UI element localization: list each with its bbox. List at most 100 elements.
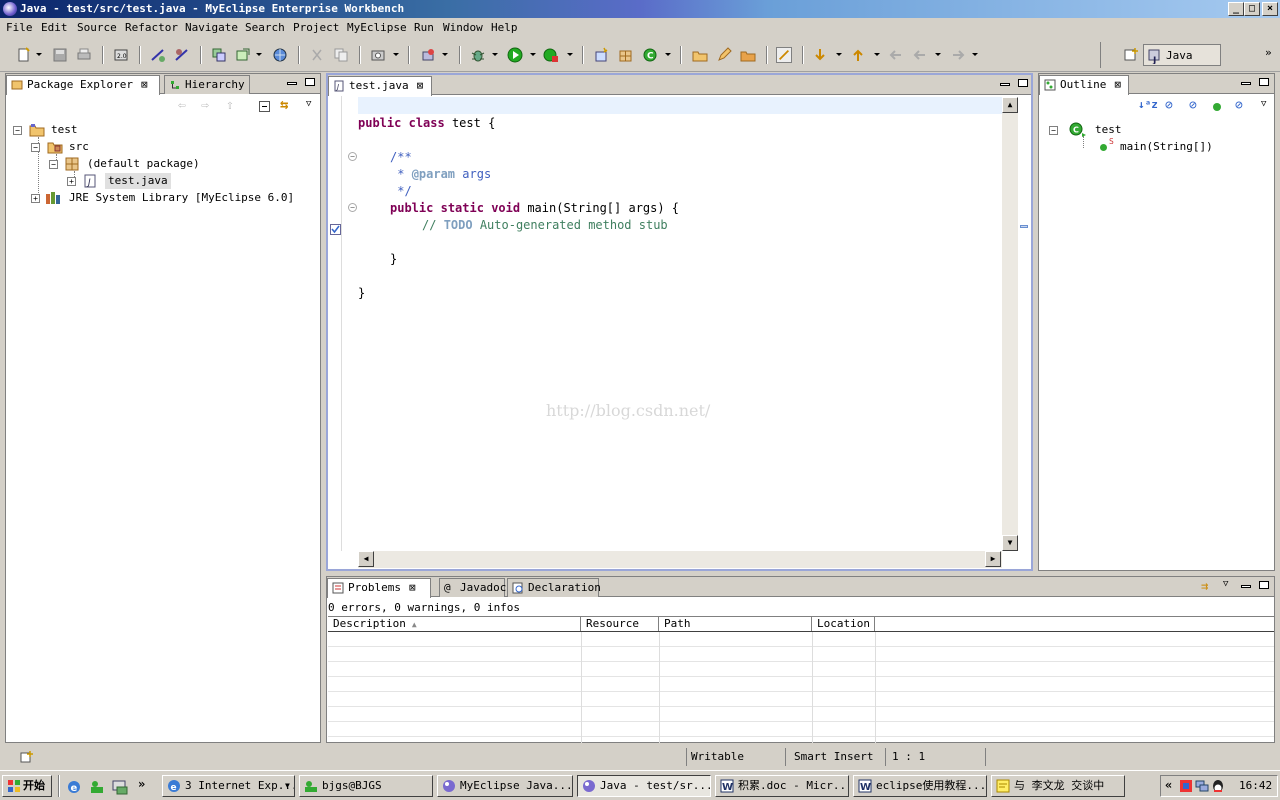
code-line-3[interactable]: /** — [390, 150, 412, 164]
fold-toggle-icon[interactable]: − — [348, 203, 357, 212]
tab-hierarchy[interactable]: Hierarchy — [164, 75, 250, 94]
minimize-view-icon[interactable] — [287, 82, 297, 85]
menu-file[interactable]: File — [6, 21, 33, 34]
menu-run[interactable]: Run — [414, 21, 434, 34]
next-annotation-dropdown-icon[interactable] — [836, 53, 842, 56]
network-quicklaunch-icon[interactable] — [89, 779, 105, 795]
task-bjgs[interactable]: bjgs@BJGS — [299, 775, 433, 797]
code-line-11[interactable]: } — [358, 286, 365, 300]
view-menu-icon[interactable]: ▽ — [1223, 579, 1228, 589]
code-line-9[interactable]: } — [390, 252, 397, 266]
tray-expand-icon[interactable]: « — [1165, 778, 1172, 792]
maximize-button[interactable]: □ — [1244, 2, 1260, 16]
code-line-7[interactable]: // TODO Auto-generated method stub — [422, 218, 668, 232]
folder-icon[interactable] — [740, 47, 756, 63]
open-resource-dropdown-icon[interactable] — [256, 53, 262, 56]
minimize-button[interactable]: _ — [1228, 2, 1244, 16]
task-overview-marker[interactable] — [1020, 225, 1028, 228]
menu-search[interactable]: Search — [245, 21, 285, 34]
minimize-view-icon[interactable] — [1241, 82, 1251, 85]
deploy-icon[interactable] — [150, 47, 166, 63]
expand-toggle-icon[interactable]: + — [31, 194, 40, 203]
last-edit-icon[interactable] — [888, 47, 904, 63]
editor-horizontal-scrollbar[interactable]: ◀ ▶ — [358, 551, 1002, 568]
column-resource[interactable]: Resource — [581, 617, 659, 631]
tab-declaration[interactable]: Declaration — [507, 578, 601, 597]
flag-tray-icon[interactable] — [1179, 779, 1193, 793]
collapse-all-icon[interactable] — [259, 101, 270, 112]
hide-nonpublic-icon[interactable] — [1213, 103, 1221, 111]
perspective-java-button[interactable]: J Java — [1143, 44, 1221, 66]
fold-toggle-icon[interactable]: − — [348, 152, 357, 161]
run-external-dropdown-icon[interactable] — [567, 53, 573, 56]
fast-view-icon[interactable] — [20, 750, 34, 764]
forward-icon[interactable] — [950, 47, 966, 63]
open-project-icon[interactable] — [692, 47, 708, 63]
new-package-icon[interactable] — [618, 47, 634, 63]
image-icon[interactable] — [370, 47, 386, 63]
task-eclipse-tutorial[interactable]: W eclipse使用教程... — [853, 775, 987, 797]
close-tab-icon[interactable]: ⊠ — [409, 581, 416, 594]
forward-dropdown-icon[interactable] — [972, 53, 978, 56]
new-dropdown-icon[interactable] — [36, 53, 42, 56]
code-line-6[interactable]: public static void main(String[] args) { — [390, 201, 679, 215]
external-tools-icon[interactable] — [420, 47, 436, 63]
menu-myeclipse[interactable]: MyEclipse — [347, 21, 407, 34]
qq-tray-icon[interactable] — [1211, 779, 1225, 793]
expand-toggle-icon[interactable]: + — [67, 177, 76, 186]
next-annotation-icon[interactable] — [812, 47, 828, 63]
group-dropdown-icon[interactable]: ▼ — [285, 776, 290, 796]
column-description[interactable]: Description ▲ — [328, 617, 581, 631]
minimize-view-icon[interactable] — [1241, 585, 1251, 588]
quicklaunch-more-icon[interactable]: » — [138, 777, 145, 791]
menu-source[interactable]: Source — [77, 21, 117, 34]
menu-window[interactable]: Window — [443, 21, 483, 34]
menu-refactor[interactable]: Refactor — [125, 21, 178, 34]
collapse-toggle-icon[interactable]: − — [49, 160, 58, 169]
maximize-view-icon[interactable] — [1259, 78, 1269, 86]
perspective-more-icon[interactable]: » — [1265, 46, 1272, 59]
jdk-icon[interactable]: 2.0 — [113, 47, 129, 63]
tab-test-java[interactable]: J test.java ⊠ — [328, 76, 432, 96]
scroll-left-icon[interactable]: ◀ — [358, 551, 374, 567]
collapse-toggle-icon[interactable]: − — [13, 126, 22, 135]
back-icon[interactable] — [912, 47, 928, 63]
filter-icon[interactable]: ⇉ — [1201, 579, 1208, 593]
server-icon[interactable] — [174, 47, 190, 63]
scroll-right-icon[interactable]: ▶ — [985, 551, 1001, 567]
code-line-1[interactable]: public class test { — [358, 116, 495, 130]
debug-icon[interactable] — [470, 47, 486, 63]
sort-icon[interactable]: ↓ᵃz — [1138, 98, 1158, 111]
collapse-toggle-icon[interactable]: − — [1049, 126, 1058, 135]
run-external-icon[interactable] — [543, 47, 559, 63]
close-tab-icon[interactable]: ⊠ — [417, 79, 424, 92]
hide-fields-icon[interactable]: ⊘ — [1165, 98, 1173, 113]
link-with-editor-icon[interactable]: ⇆ — [280, 97, 288, 113]
open-resource-icon[interactable] — [235, 47, 251, 63]
image-dropdown-icon[interactable] — [393, 53, 399, 56]
view-menu-icon[interactable]: ▽ — [1261, 99, 1266, 109]
close-tab-icon[interactable]: ⊠ — [1114, 78, 1121, 91]
menu-edit[interactable]: Edit — [41, 21, 68, 34]
hide-local-types-icon[interactable]: ⊘ — [1235, 98, 1243, 113]
back-arrow-icon[interactable]: ⇦ — [178, 98, 186, 113]
back-dropdown-icon[interactable] — [935, 53, 941, 56]
run-dropdown-icon[interactable] — [530, 53, 536, 56]
prev-annotation-icon[interactable] — [850, 47, 866, 63]
new-class-icon[interactable]: C — [642, 47, 658, 63]
network-tray-icon[interactable] — [1195, 779, 1209, 793]
task-chat[interactable]: 与 李文龙 交谈中 — [991, 775, 1125, 797]
ie-quicklaunch-icon[interactable]: e — [66, 779, 82, 795]
edit-icon[interactable] — [716, 47, 732, 63]
cut-icon[interactable] — [309, 47, 325, 63]
task-java-test[interactable]: Java - test/sr... — [577, 775, 711, 797]
copy-icon[interactable] — [333, 47, 349, 63]
browser-globe-icon[interactable] — [272, 47, 288, 63]
menu-navigate[interactable]: Navigate — [185, 21, 238, 34]
open-perspective-icon[interactable] — [1123, 47, 1139, 63]
hide-static-icon[interactable]: ⊘ — [1189, 98, 1197, 113]
scroll-up-icon[interactable]: ▲ — [1002, 97, 1018, 113]
start-button[interactable]: 开始 — [2, 775, 52, 797]
tab-package-explorer[interactable]: Package Explorer ⊠ — [6, 75, 160, 95]
task-myeclipse-java[interactable]: MyEclipse Java... — [437, 775, 573, 797]
